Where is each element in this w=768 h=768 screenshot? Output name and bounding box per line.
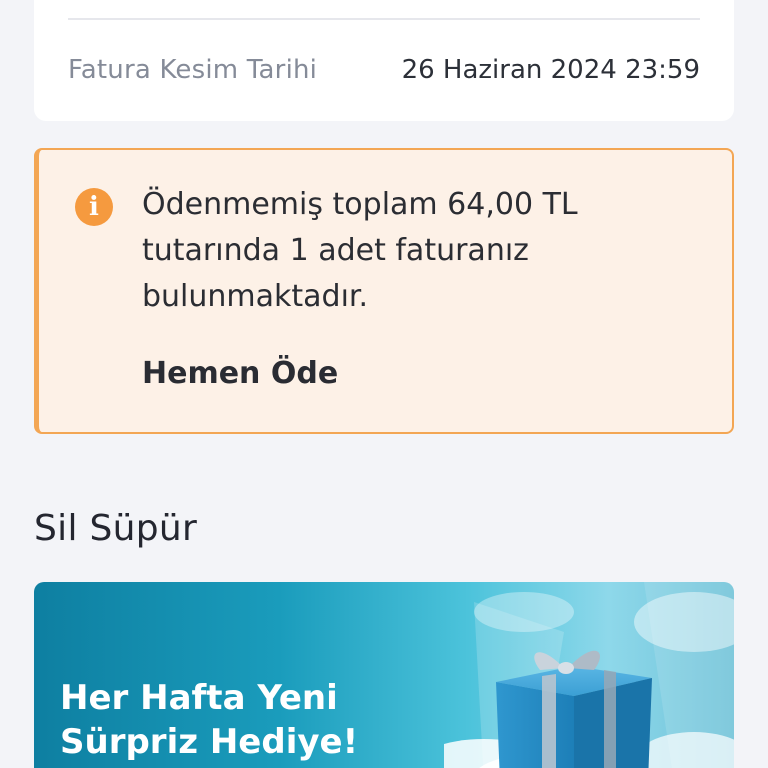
bill-date-label: Fatura Kesim Tarihi <box>68 55 318 85</box>
promo-title-line2: Sürpriz Hediye! <box>60 722 359 762</box>
bill-date-value: 26 Haziran 2024 23:59 <box>401 55 700 85</box>
gift-box-icon <box>444 582 734 768</box>
bill-info-card: Fatura Kesim Tarihi 26 Haziran 2024 23:5… <box>34 0 734 121</box>
promo-banner[interactable]: Her Hafta Yeni Sürpriz Hediye! <box>34 582 734 768</box>
promo-title: Her Hafta Yeni Sürpriz Hediye! <box>60 676 358 764</box>
page: Fatura Kesim Tarihi 26 Haziran 2024 23:5… <box>0 0 768 768</box>
section-title: Sil Süpür <box>34 508 198 549</box>
pay-now-button[interactable]: Hemen Öde <box>142 356 338 391</box>
warning-message: Ödenmemiş toplam 64,00 TL tutarında 1 ad… <box>142 187 578 314</box>
promo-title-line1: Her Hafta Yeni <box>60 678 338 718</box>
info-icon: i <box>75 188 113 226</box>
unpaid-bill-warning: i Ödenmemiş toplam 64,00 TL tutarında 1 … <box>34 148 734 434</box>
divider <box>68 18 700 20</box>
bill-date-row: Fatura Kesim Tarihi 26 Haziran 2024 23:5… <box>68 48 700 92</box>
